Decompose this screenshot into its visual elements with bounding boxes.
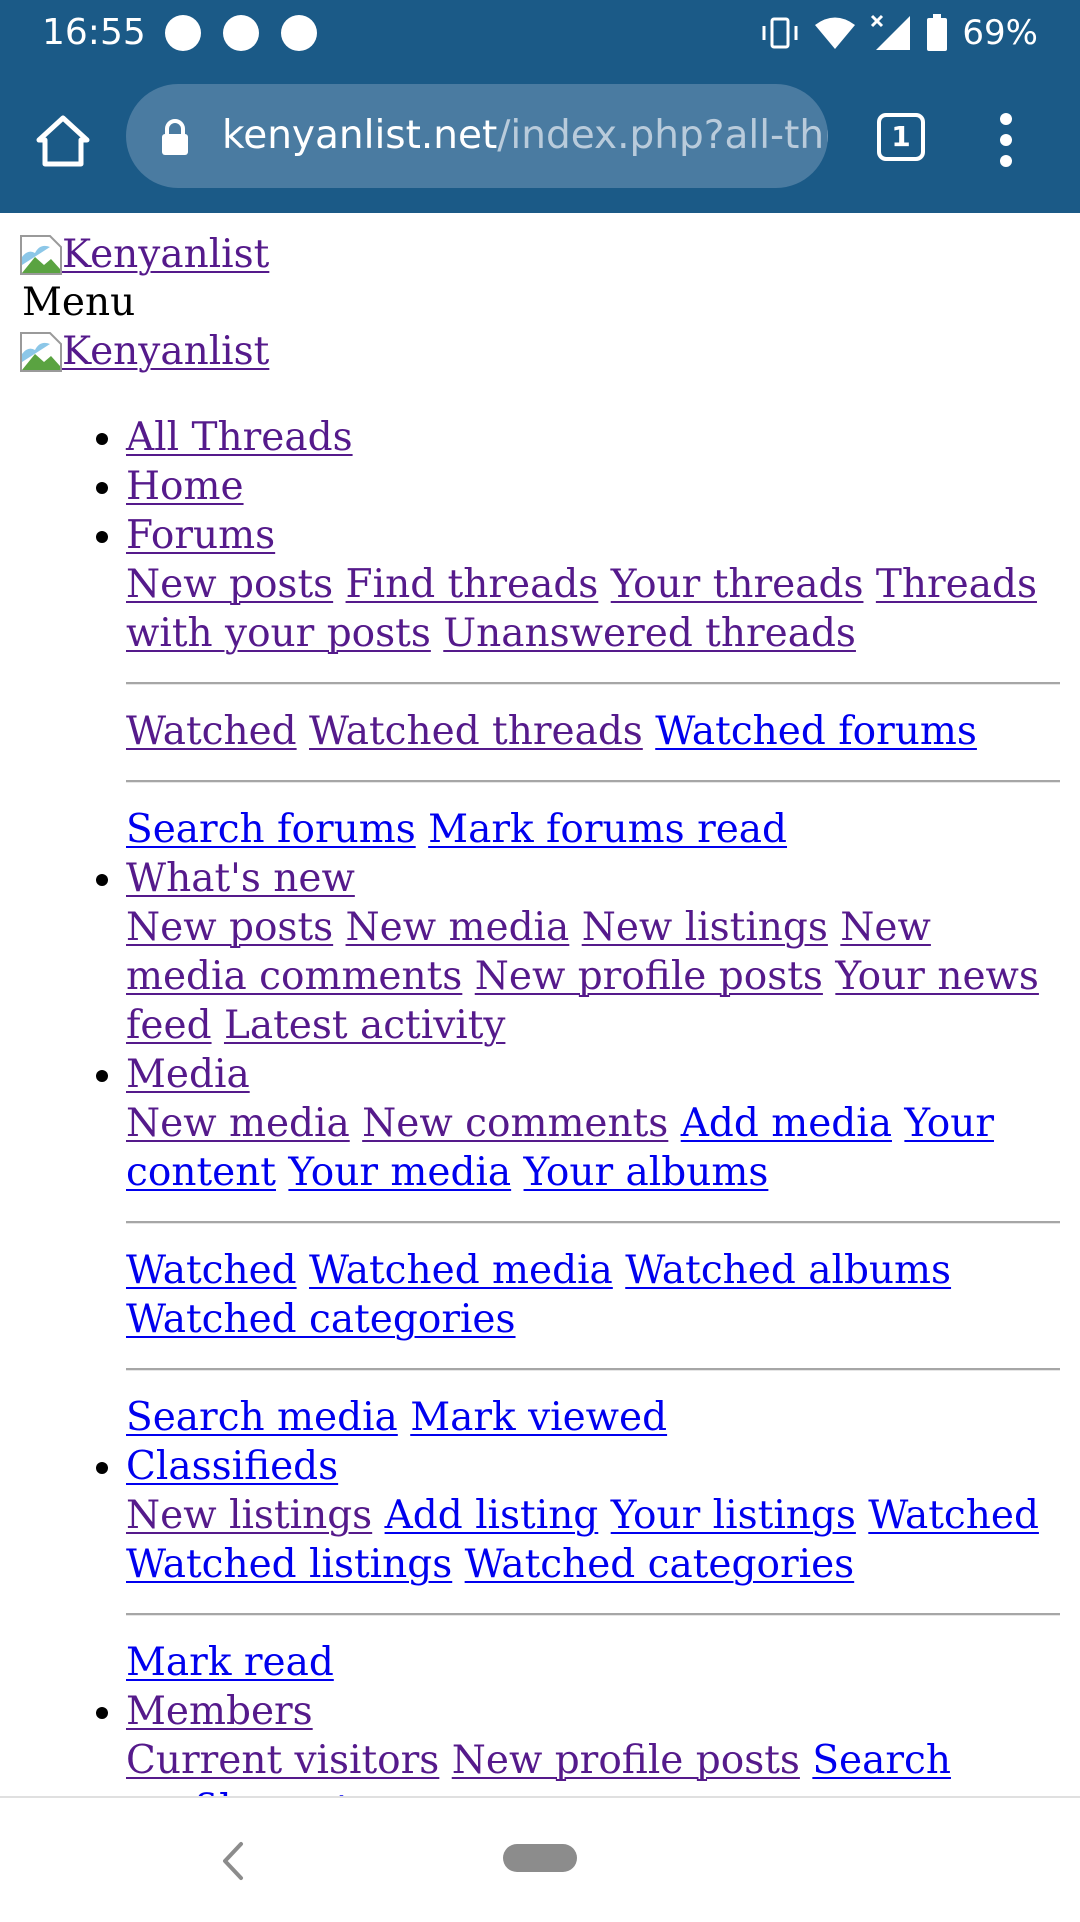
classifieds-submenu: New listings Add listing Your listings W… bbox=[126, 1491, 1060, 1687]
search-media-link[interactable]: Search media bbox=[126, 1395, 398, 1440]
forums-new-posts-link[interactable]: New posts bbox=[126, 562, 333, 607]
media-link[interactable]: Media bbox=[126, 1052, 250, 1097]
search-forums-link[interactable]: Search forums bbox=[126, 807, 416, 852]
lock-icon bbox=[162, 119, 188, 155]
watched-media-link[interactable]: Watched media bbox=[309, 1248, 613, 1293]
add-listing-link[interactable]: Add listing bbox=[385, 1493, 599, 1538]
your-listings-link[interactable]: Your listings bbox=[611, 1493, 856, 1538]
tab-switcher-button[interactable]: 1 bbox=[876, 112, 926, 162]
logo-link[interactable]: Kenyanlist bbox=[62, 230, 269, 279]
broken-image-icon bbox=[20, 234, 62, 275]
status-time: 16:55 bbox=[42, 12, 146, 53]
site-logo[interactable]: Kenyanlist bbox=[20, 230, 269, 279]
add-media-link[interactable]: Add media bbox=[681, 1101, 892, 1146]
nav-item-all-threads: All Threads bbox=[126, 413, 1060, 462]
find-threads-link[interactable]: Find threads bbox=[346, 562, 599, 607]
signal-icon bbox=[871, 14, 911, 50]
mark-read-link[interactable]: Mark read bbox=[126, 1640, 334, 1685]
divider bbox=[126, 780, 1060, 783]
tab-count: 1 bbox=[891, 120, 911, 153]
forums-submenu: New posts Find threads Your threads Thre… bbox=[126, 560, 1060, 854]
nav-item-members: Members Current visitors New profile pos… bbox=[126, 1687, 1060, 1796]
battery-icon bbox=[927, 14, 948, 51]
your-threads-link[interactable]: Your threads bbox=[611, 562, 864, 607]
home-link[interactable]: Home bbox=[126, 464, 244, 509]
watched-listings-link[interactable]: Watched listings bbox=[126, 1542, 452, 1587]
main-nav: All Threads Home Forums New posts Find t… bbox=[0, 413, 1060, 1796]
broken-image-icon bbox=[20, 331, 62, 372]
your-albums-link[interactable]: Your albums bbox=[524, 1150, 769, 1195]
home-icon[interactable] bbox=[32, 110, 94, 172]
notification-icon bbox=[165, 15, 201, 51]
media-watched-link[interactable]: Watched bbox=[126, 1248, 297, 1293]
notification-icon bbox=[223, 15, 259, 51]
url-path: /index.php?all-thr bbox=[497, 113, 828, 158]
mark-forums-read-link[interactable]: Mark forums read bbox=[428, 807, 787, 852]
watched-threads-link[interactable]: Watched threads bbox=[309, 709, 643, 754]
home-gesture-pill[interactable] bbox=[503, 1844, 577, 1872]
forums-watched-link[interactable]: Watched bbox=[126, 709, 297, 754]
wifi-icon bbox=[815, 17, 856, 49]
url-bar[interactable]: kenyanlist.net/index.php?all-thr bbox=[126, 84, 828, 188]
divider bbox=[126, 1613, 1060, 1616]
nav-item-classifieds: Classifieds New listings Add listing You… bbox=[126, 1442, 1060, 1687]
status-bar: 16:55 69% bbox=[0, 0, 1080, 66]
url-domain: kenyanlist.net bbox=[222, 113, 498, 158]
new-profile-posts-link[interactable]: New profile posts bbox=[475, 954, 823, 999]
all-threads-link[interactable]: All Threads bbox=[126, 415, 353, 460]
members-submenu: Current visitors New profile posts Searc… bbox=[126, 1736, 1060, 1796]
logo-link[interactable]: Kenyanlist bbox=[62, 327, 269, 376]
battery-percent: 69% bbox=[962, 13, 1038, 53]
divider bbox=[126, 1221, 1060, 1224]
nav-item-forums: Forums New posts Find threads Your threa… bbox=[126, 511, 1060, 854]
menu-label[interactable]: Menu bbox=[22, 278, 135, 327]
system-nav-bar bbox=[0, 1796, 1080, 1922]
media-watched-categories-link[interactable]: Watched categories bbox=[126, 1297, 516, 1342]
members-link[interactable]: Members bbox=[126, 1689, 313, 1734]
nav-item-home: Home bbox=[126, 462, 1060, 511]
browser-toolbar: kenyanlist.net/index.php?all-thr 1 bbox=[0, 66, 1080, 213]
current-visitors-link[interactable]: Current visitors bbox=[126, 1738, 439, 1783]
more-options-icon[interactable] bbox=[988, 112, 1024, 168]
classifieds-new-listings-link[interactable]: New listings bbox=[126, 1493, 372, 1538]
site-logo[interactable]: Kenyanlist bbox=[20, 327, 269, 376]
classifieds-watched-link[interactable]: Watched bbox=[868, 1493, 1039, 1538]
vibrate-icon bbox=[762, 17, 798, 49]
classifieds-link[interactable]: Classifieds bbox=[126, 1444, 338, 1489]
nav-item-whats-new: What's new New posts New media New listi… bbox=[126, 854, 1060, 1050]
media-new-comments-link[interactable]: New comments bbox=[362, 1101, 668, 1146]
watched-albums-link[interactable]: Watched albums bbox=[625, 1248, 951, 1293]
mark-viewed-link[interactable]: Mark viewed bbox=[410, 1395, 667, 1440]
whats-new-media-link[interactable]: New media bbox=[346, 905, 570, 950]
page-content: Kenyanlist Menu Kenyanlist All Threads H… bbox=[0, 213, 1080, 1796]
whats-new-link[interactable]: What's new bbox=[126, 856, 355, 901]
media-new-media-link[interactable]: New media bbox=[126, 1101, 350, 1146]
divider bbox=[126, 1368, 1060, 1371]
forums-link[interactable]: Forums bbox=[126, 513, 275, 558]
classifieds-watched-categories-link[interactable]: Watched categories bbox=[465, 1542, 855, 1587]
whats-new-listings-link[interactable]: New listings bbox=[582, 905, 828, 950]
notification-icon bbox=[281, 15, 317, 51]
url-text: kenyanlist.net/index.php?all-thr bbox=[222, 84, 828, 188]
whats-new-posts-link[interactable]: New posts bbox=[126, 905, 333, 950]
whats-new-submenu: New posts New media New listings New med… bbox=[126, 903, 1060, 1050]
members-new-profile-posts-link[interactable]: New profile posts bbox=[452, 1738, 800, 1783]
latest-activity-link[interactable]: Latest activity bbox=[224, 1003, 505, 1048]
media-submenu: New media New comments Add media Your co… bbox=[126, 1099, 1060, 1442]
unanswered-threads-link[interactable]: Unanswered threads bbox=[443, 611, 856, 656]
divider bbox=[126, 682, 1060, 685]
back-icon[interactable] bbox=[215, 1838, 251, 1884]
watched-forums-link[interactable]: Watched forums bbox=[655, 709, 977, 754]
nav-item-media: Media New media New comments Add media Y… bbox=[126, 1050, 1060, 1442]
your-media-link[interactable]: Your media bbox=[288, 1150, 511, 1195]
